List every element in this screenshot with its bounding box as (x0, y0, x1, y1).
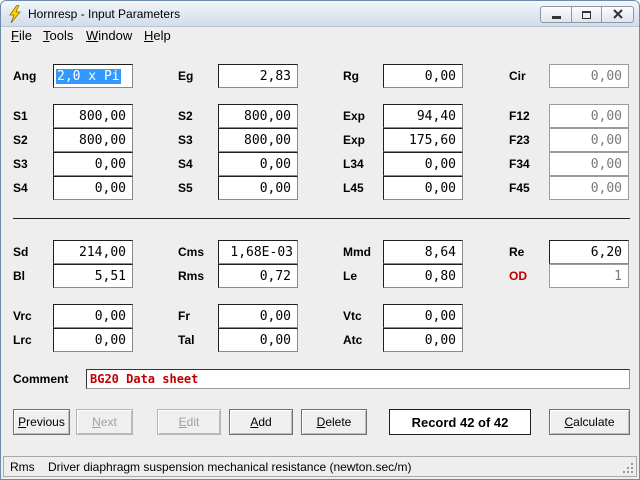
next-button[interactable]: Next (76, 409, 133, 435)
re-field[interactable]: 6,20 (549, 240, 629, 264)
comment-field[interactable]: BG20 Data sheet (86, 369, 630, 389)
exp-2-field[interactable]: 175,60 (383, 128, 463, 152)
record-indicator: Record 42 of 42 (389, 409, 531, 435)
cms-field[interactable]: 1,68E-03 (218, 240, 298, 264)
eg-field[interactable]: 2,83 (218, 64, 298, 88)
label-s1: S1 (13, 109, 28, 123)
label-le: Le (343, 269, 358, 283)
sd-field[interactable]: 214,00 (53, 240, 133, 264)
add-button[interactable]: Add (229, 409, 293, 435)
bl-field[interactable]: 5,51 (53, 264, 133, 288)
section-divider (13, 218, 630, 219)
delete-button[interactable]: Delete (301, 409, 367, 435)
f45-field: 0,00 (549, 176, 629, 200)
status-description: Driver diaphragm suspension mechanical r… (48, 460, 412, 474)
cir-field: 0,00 (549, 64, 629, 88)
resize-grip-icon[interactable] (622, 462, 634, 474)
exp-1-field[interactable]: 94,40 (383, 104, 463, 128)
menu-tools[interactable]: Tools (41, 28, 75, 43)
label-bl: Bl (13, 269, 25, 283)
od-field[interactable]: 1 (549, 264, 629, 288)
rms-field[interactable]: 0,72 (218, 264, 298, 288)
f12-field: 0,00 (549, 104, 629, 128)
label-ang: Ang (13, 69, 37, 83)
previous-button[interactable]: Previous (13, 409, 70, 435)
menu-file[interactable]: File (9, 28, 34, 43)
label-s5: S5 (178, 181, 193, 195)
label-fr: Fr (178, 309, 190, 323)
status-bar: Rms Driver diaphragm suspension mechanica… (3, 456, 637, 477)
menu-window[interactable]: Window (84, 28, 134, 43)
ang-field[interactable]: 2,0 x Pi (53, 64, 133, 88)
title-bar[interactable]: Hornresp - Input Parameters (1, 1, 639, 27)
label-s3-b: S3 (178, 133, 193, 147)
le-field[interactable]: 0,80 (383, 264, 463, 288)
s5-field[interactable]: 0,00 (218, 176, 298, 200)
label-cir: Cir (509, 69, 526, 83)
close-icon (612, 8, 623, 22)
tal-field[interactable]: 0,00 (218, 328, 298, 352)
label-sd: Sd (13, 245, 29, 259)
label-exp-1: Exp (343, 109, 366, 123)
s3-field[interactable]: 0,00 (53, 152, 133, 176)
label-f45: F45 (509, 181, 530, 195)
label-rms: Rms (178, 269, 205, 283)
s1-field[interactable]: 800,00 (53, 104, 133, 128)
window-title: Hornresp - Input Parameters (28, 7, 181, 21)
lrc-field[interactable]: 0,00 (53, 328, 133, 352)
label-s4-b: S4 (178, 157, 193, 171)
status-field-name: Rms (10, 460, 35, 474)
label-rg: Rg (343, 69, 359, 83)
l34-field[interactable]: 0,00 (383, 152, 463, 176)
atc-field[interactable]: 0,00 (383, 328, 463, 352)
label-l45: L45 (343, 181, 364, 195)
minimize-button[interactable] (540, 6, 572, 23)
menu-help[interactable]: Help (142, 28, 173, 43)
maximize-button[interactable] (571, 6, 602, 23)
s4-field[interactable]: 0,00 (53, 176, 133, 200)
app-window: Hornresp - Input Parameters File Tools W… (0, 0, 640, 480)
label-tal: Tal (178, 333, 195, 347)
label-f23: F23 (509, 133, 530, 147)
maximize-icon (582, 10, 591, 19)
label-od: OD (509, 269, 527, 283)
label-s2-b: S2 (178, 109, 193, 123)
label-f12: F12 (509, 109, 530, 123)
label-s4: S4 (13, 181, 28, 195)
f23-field: 0,00 (549, 128, 629, 152)
vrc-field[interactable]: 0,00 (53, 304, 133, 328)
f34-field: 0,00 (549, 152, 629, 176)
label-vrc: Vrc (13, 309, 32, 323)
label-eg: Eg (178, 69, 194, 83)
s2-field[interactable]: 800,00 (53, 128, 133, 152)
s3-b-field[interactable]: 800,00 (218, 128, 298, 152)
l45-field[interactable]: 0,00 (383, 176, 463, 200)
label-f34: F34 (509, 157, 530, 171)
label-mmd: Mmd (343, 245, 371, 259)
close-button[interactable] (601, 6, 634, 23)
minimize-icon (551, 15, 561, 19)
label-cms: Cms (178, 245, 205, 259)
label-lrc: Lrc (13, 333, 32, 347)
fr-field[interactable]: 0,00 (218, 304, 298, 328)
label-re: Re (509, 245, 525, 259)
label-s2: S2 (13, 133, 28, 147)
label-l34: L34 (343, 157, 364, 171)
vtc-field[interactable]: 0,00 (383, 304, 463, 328)
menu-bar: File Tools Window Help (1, 27, 639, 46)
calculate-button[interactable]: Calculate (549, 409, 630, 435)
label-s3: S3 (13, 157, 28, 171)
rg-field[interactable]: 0,00 (383, 64, 463, 88)
edit-button[interactable]: Edit (157, 409, 221, 435)
label-comment: Comment (13, 372, 69, 386)
label-atc: Atc (343, 333, 363, 347)
mmd-field[interactable]: 8,64 (383, 240, 463, 264)
label-exp-2: Exp (343, 133, 366, 147)
s4-b-field[interactable]: 0,00 (218, 152, 298, 176)
label-vtc: Vtc (343, 309, 362, 323)
ang-value: 2,0 x Pi (56, 69, 121, 84)
lightning-app-icon (7, 4, 23, 24)
s2-b-field[interactable]: 800,00 (218, 104, 298, 128)
